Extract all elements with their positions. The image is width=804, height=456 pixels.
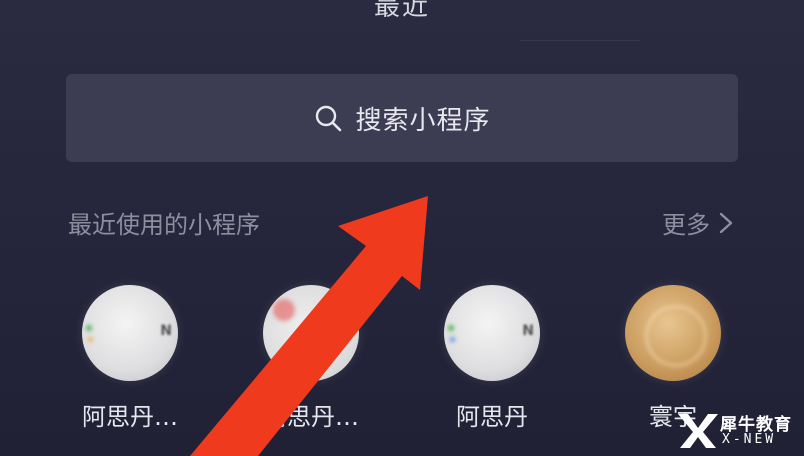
search-icon: [316, 105, 342, 132]
app-label: 阿思丹…: [263, 403, 359, 431]
app-label: 阿思丹…: [82, 403, 178, 431]
search-label: 搜索小程序: [355, 105, 491, 136]
app-label: 阿思丹: [456, 403, 528, 431]
search-bar[interactable]: 搜索小程序: [66, 74, 738, 162]
app-icon: N: [82, 285, 178, 381]
header-divider: [520, 40, 640, 41]
more-label: 更多: [662, 211, 710, 239]
watermark: 犀牛教育 X-NEW: [676, 408, 800, 452]
app-icon: N: [444, 285, 540, 381]
app-item[interactable]: N 阿思丹: [427, 285, 557, 432]
watermark-brand: X-NEW: [722, 432, 777, 447]
app-icon: [625, 285, 721, 381]
app-icon: [263, 285, 359, 381]
x-new-logo-icon: [678, 414, 718, 448]
page-title: 最近: [373, 0, 430, 22]
app-item[interactable]: 阿思丹…: [246, 285, 376, 432]
app-item[interactable]: N 阿思丹…: [65, 285, 195, 432]
more-link[interactable]: 更多: [662, 205, 734, 240]
recent-section-title: 最近使用的小程序: [68, 211, 260, 239]
chevron-right-icon: [719, 212, 733, 233]
